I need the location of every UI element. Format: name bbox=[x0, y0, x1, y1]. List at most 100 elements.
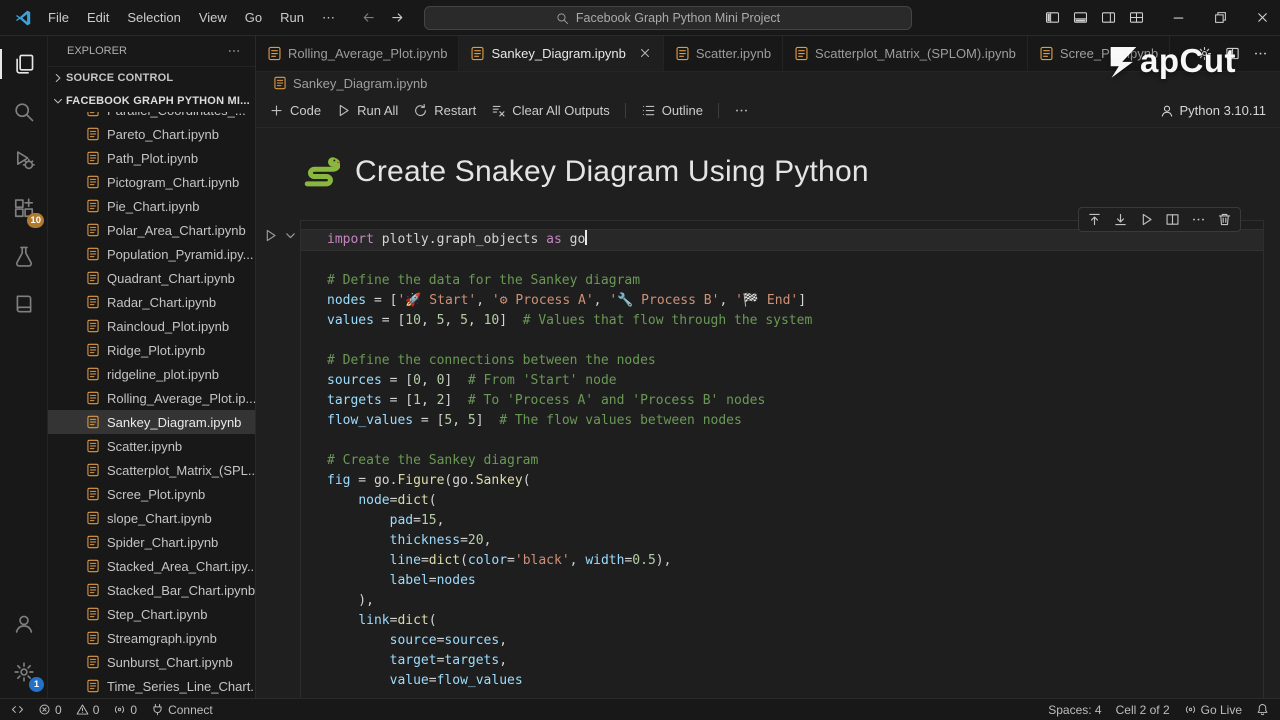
file-ridge-plot-ipynb[interactable]: Ridge_Plot.ipynb bbox=[48, 338, 255, 362]
code-line[interactable]: thickness=20, bbox=[327, 531, 1263, 551]
execute-above-icon[interactable] bbox=[1087, 212, 1102, 227]
file-step-chart-ipynb[interactable]: Step_Chart.ipynb bbox=[48, 602, 255, 626]
command-center-search[interactable]: Facebook Graph Python Mini Project bbox=[424, 6, 912, 30]
file-raincloud-plot-ipynb[interactable]: Raincloud_Plot.ipynb bbox=[48, 314, 255, 338]
status-0[interactable]: 0 bbox=[106, 699, 144, 720]
menu-more[interactable]: ⋯ bbox=[314, 7, 343, 29]
delete-icon[interactable] bbox=[1217, 212, 1232, 227]
code-line[interactable]: source=sources, bbox=[327, 631, 1263, 651]
status-0[interactable]: 0 bbox=[31, 699, 69, 720]
code-line[interactable] bbox=[327, 331, 1263, 351]
more-icon[interactable] bbox=[1191, 212, 1206, 227]
search-activity-item[interactable] bbox=[0, 88, 47, 136]
code-line[interactable]: target=targets, bbox=[327, 651, 1263, 671]
file-spider-chart-ipynb[interactable]: Spider_Chart.ipynb bbox=[48, 530, 255, 554]
code-line[interactable]: node=dict( bbox=[327, 491, 1263, 511]
file-sankey-diagram-ipynb[interactable]: Sankey_Diagram.ipynb bbox=[48, 410, 255, 434]
restore-icon[interactable] bbox=[1213, 10, 1228, 25]
extensions-activity-item[interactable]: 10 bbox=[0, 184, 47, 232]
outline-button[interactable]: Outline bbox=[641, 103, 703, 118]
breadcrumb[interactable]: Sankey_Diagram.ipynb bbox=[256, 72, 1280, 94]
code-line[interactable]: value=flow_values bbox=[327, 671, 1263, 691]
file-sunburst-chart-ipynb[interactable]: Sunburst_Chart.ipynb bbox=[48, 650, 255, 674]
layout-sidebar-left-icon[interactable] bbox=[1045, 10, 1060, 25]
source-control-section[interactable]: SOURCE CONTROL bbox=[48, 66, 255, 89]
tab-scatterplot-matrix-splom-ipynb[interactable]: Scatterplot_Matrix_(SPLOM).ipynb bbox=[783, 36, 1028, 71]
run-all-button[interactable]: Run All bbox=[336, 103, 398, 118]
tab-scree-plot-ipynb[interactable]: Scree_Plot.ipynb bbox=[1028, 36, 1170, 71]
status-go-live[interactable]: Go Live bbox=[1177, 699, 1249, 720]
code-line[interactable]: label=nodes bbox=[327, 571, 1263, 591]
code-cell[interactable]: import plotly.graph_objects as go # Defi… bbox=[300, 220, 1264, 698]
file-parallel-coordinates[interactable]: Parallel_Coordinates_... bbox=[48, 112, 255, 122]
menu-edit[interactable]: Edit bbox=[79, 7, 117, 29]
code-line[interactable]: targets = [1, 2] # To 'Process A' and 'P… bbox=[327, 391, 1263, 411]
tab-scatter-ipynb[interactable]: Scatter.ipynb bbox=[664, 36, 783, 71]
file-scatterplot-matrix-spl[interactable]: Scatterplot_Matrix_(SPL... bbox=[48, 458, 255, 482]
code-line[interactable]: values = [10, 5, 5, 10] # Values that fl… bbox=[327, 311, 1263, 331]
code-line[interactable]: sources = [0, 0] # From 'Start' node bbox=[327, 371, 1263, 391]
file-pareto-chart-ipynb[interactable]: Pareto_Chart.ipynb bbox=[48, 122, 255, 146]
code-line[interactable]: line=dict(color='black', width=0.5), bbox=[327, 551, 1263, 571]
file-ridgeline-plot-ipynb[interactable]: ridgeline_plot.ipynb bbox=[48, 362, 255, 386]
file-rolling-average-plot-ip[interactable]: Rolling_Average_Plot.ip... bbox=[48, 386, 255, 410]
chevron-down-icon[interactable] bbox=[283, 228, 298, 243]
code-line[interactable] bbox=[327, 431, 1263, 451]
status-remote[interactable] bbox=[4, 699, 31, 720]
status-bell[interactable] bbox=[1249, 699, 1276, 720]
code-line[interactable]: pad=15, bbox=[327, 511, 1263, 531]
menu-file[interactable]: File bbox=[40, 7, 77, 29]
file-streamgraph-ipynb[interactable]: Streamgraph.ipynb bbox=[48, 626, 255, 650]
restart-button[interactable]: Restart bbox=[413, 103, 476, 118]
file-stacked-bar-chart-ipynb[interactable]: Stacked_Bar_Chart.ipynb bbox=[48, 578, 255, 602]
tab-rolling-average-plot-ipynb[interactable]: Rolling_Average_Plot.ipynb bbox=[256, 36, 459, 71]
run-cell-icon[interactable] bbox=[1139, 212, 1154, 227]
code-line[interactable]: # Define the connections between the nod… bbox=[327, 351, 1263, 371]
more-button[interactable] bbox=[734, 103, 749, 118]
code-line[interactable]: ), bbox=[327, 591, 1263, 611]
markdown-cell[interactable]: Create Snakey Diagram Using Python bbox=[256, 128, 1280, 192]
code-line[interactable] bbox=[327, 251, 1263, 271]
back-icon[interactable] bbox=[361, 10, 376, 25]
forward-icon[interactable] bbox=[390, 10, 405, 25]
book-activity-item[interactable] bbox=[0, 280, 47, 328]
code-line[interactable]: # Create the Sankey diagram bbox=[327, 451, 1263, 471]
layout-sidebar-right-icon[interactable] bbox=[1101, 10, 1116, 25]
code-line[interactable]: # Define the data for the Sankey diagram bbox=[327, 271, 1263, 291]
close-icon[interactable] bbox=[638, 46, 652, 60]
code-line[interactable]: flow_values = [5, 5] # The flow values b… bbox=[327, 411, 1263, 431]
file-polar-area-chart-ipynb[interactable]: Polar_Area_Chart.ipynb bbox=[48, 218, 255, 242]
more-actions-icon[interactable] bbox=[227, 44, 241, 58]
settings-gear-activity-item[interactable]: 1 bbox=[0, 648, 47, 696]
tab-sankey-diagram-ipynb[interactable]: Sankey_Diagram.ipynb bbox=[459, 36, 663, 71]
split-cell-icon[interactable] bbox=[1165, 212, 1180, 227]
status-connect[interactable]: Connect bbox=[144, 699, 220, 720]
code-line[interactable]: link=dict( bbox=[327, 611, 1263, 631]
file-pictogram-chart-ipynb[interactable]: Pictogram_Chart.ipynb bbox=[48, 170, 255, 194]
close-window-icon[interactable] bbox=[1255, 10, 1270, 25]
file-time-series-line-chart[interactable]: Time_Series_Line_Chart... bbox=[48, 674, 255, 698]
minimize-icon[interactable] bbox=[1171, 10, 1186, 25]
file-scree-plot-ipynb[interactable]: Scree_Plot.ipynb bbox=[48, 482, 255, 506]
menu-selection[interactable]: Selection bbox=[119, 7, 188, 29]
file-stacked-area-chart-ipy[interactable]: Stacked_Area_Chart.ipy... bbox=[48, 554, 255, 578]
testing-activity-item[interactable] bbox=[0, 232, 47, 280]
file-path-plot-ipynb[interactable]: Path_Plot.ipynb bbox=[48, 146, 255, 170]
split-editor-icon[interactable] bbox=[1225, 46, 1240, 61]
run-cell-icon[interactable] bbox=[263, 228, 278, 243]
status-0[interactable]: 0 bbox=[69, 699, 107, 720]
code-line[interactable]: import plotly.graph_objects as go bbox=[301, 229, 1263, 251]
clear-all-outputs-button[interactable]: Clear All Outputs bbox=[491, 103, 610, 118]
run-debug-activity-item[interactable] bbox=[0, 136, 47, 184]
customize-layout-icon[interactable] bbox=[1129, 10, 1144, 25]
file-scatter-ipynb[interactable]: Scatter.ipynb bbox=[48, 434, 255, 458]
file-radar-chart-ipynb[interactable]: Radar_Chart.ipynb bbox=[48, 290, 255, 314]
execute-below-icon[interactable] bbox=[1113, 212, 1128, 227]
file-slope-chart-ipynb[interactable]: slope_Chart.ipynb bbox=[48, 506, 255, 530]
status-spaces-4[interactable]: Spaces: 4 bbox=[1041, 699, 1108, 720]
code-button[interactable]: Code bbox=[269, 103, 321, 118]
code-editor[interactable]: import plotly.graph_objects as go # Defi… bbox=[301, 221, 1263, 698]
menu-view[interactable]: View bbox=[191, 7, 235, 29]
more-icon[interactable] bbox=[1253, 46, 1268, 61]
explorer-activity-item[interactable] bbox=[0, 40, 47, 88]
